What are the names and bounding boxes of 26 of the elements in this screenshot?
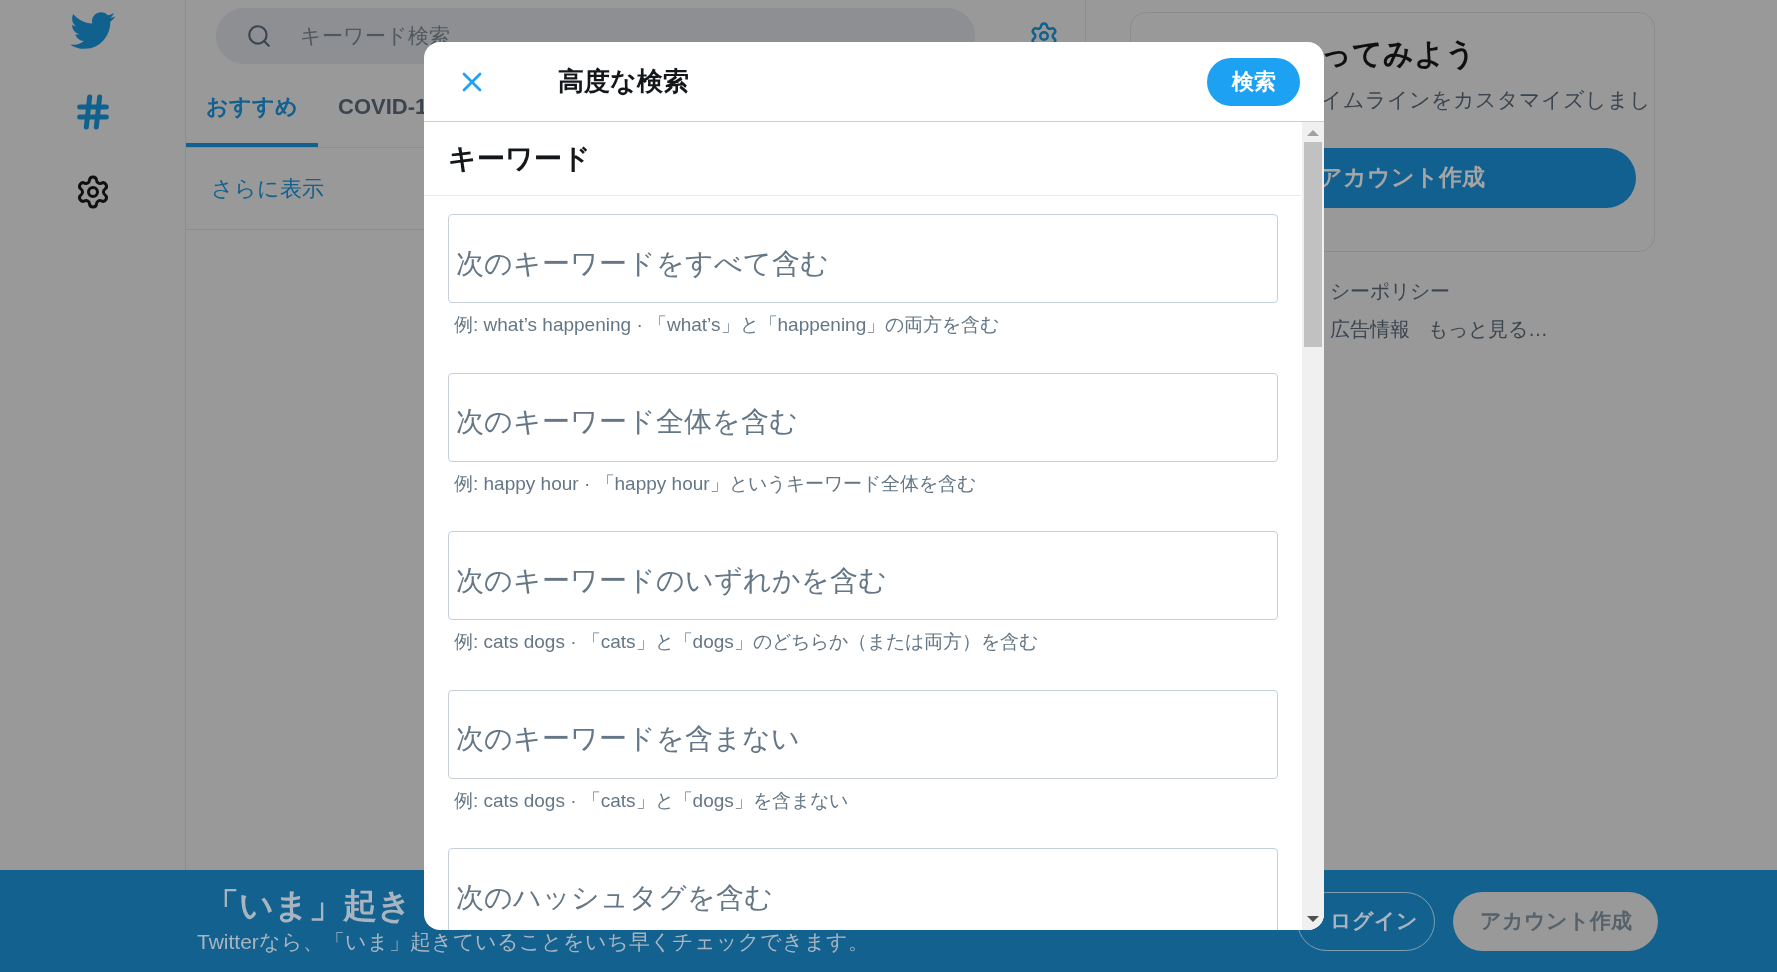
field-hint: 例: what’s happening · 「what’s」と「happening」の両方を含む: [453, 313, 1001, 337]
keyword-field[interactable]: 次のキーワードをすべて含む: [448, 214, 1278, 303]
footer-link[interactable]: シーポリシー: [1330, 276, 1777, 306]
field-hint: 例: cats dogs · 「cats」と「dogs」を含まない: [453, 788, 849, 813]
keyword-field[interactable]: 次のキーワード全体を含む: [448, 372, 1278, 462]
signup-button[interactable]: アカウント作成: [1453, 891, 1658, 951]
field-hint: 例: cats dogs · 「cats」と「dogs」のどちらか（または両方）を含む: [453, 630, 1039, 654]
tab[interactable]: COVID-1: [318, 70, 448, 147]
dialog-title: 高度な検索: [558, 65, 690, 98]
footer-link[interactable]: もっと見る…: [1428, 314, 1548, 344]
keyword-field[interactable]: 次のキーワードを含まない: [448, 689, 1278, 779]
scrollbar[interactable]: [1302, 122, 1324, 930]
field-hint: 例: happy hour · 「happy hour」というキーワード全体を含む: [453, 471, 977, 496]
banner-subtitle: Twitterなら、「いま」起きていることをいち早くチェックできます。: [197, 929, 869, 956]
bird-logo-icon[interactable]: [69, 12, 116, 50]
tab[interactable]: おすすめ: [186, 70, 318, 147]
section-heading: キーワード: [448, 141, 591, 176]
footer-link[interactable]: 広告情報: [1330, 314, 1410, 344]
card-text: イムラインをカスタマイズしまし: [1321, 87, 1652, 113]
search-button[interactable]: 検索: [1207, 57, 1300, 106]
show-more-link[interactable]: さらに表示: [211, 172, 324, 205]
search-icon: [246, 23, 272, 49]
banner-title: 「いま」起き: [204, 885, 412, 927]
keyword-field[interactable]: 次のキーワードのいずれかを含む: [448, 531, 1278, 620]
keyword-field[interactable]: 次のハッシュタグを含む: [448, 848, 1278, 930]
card-title: ってみよう: [1321, 36, 1477, 72]
